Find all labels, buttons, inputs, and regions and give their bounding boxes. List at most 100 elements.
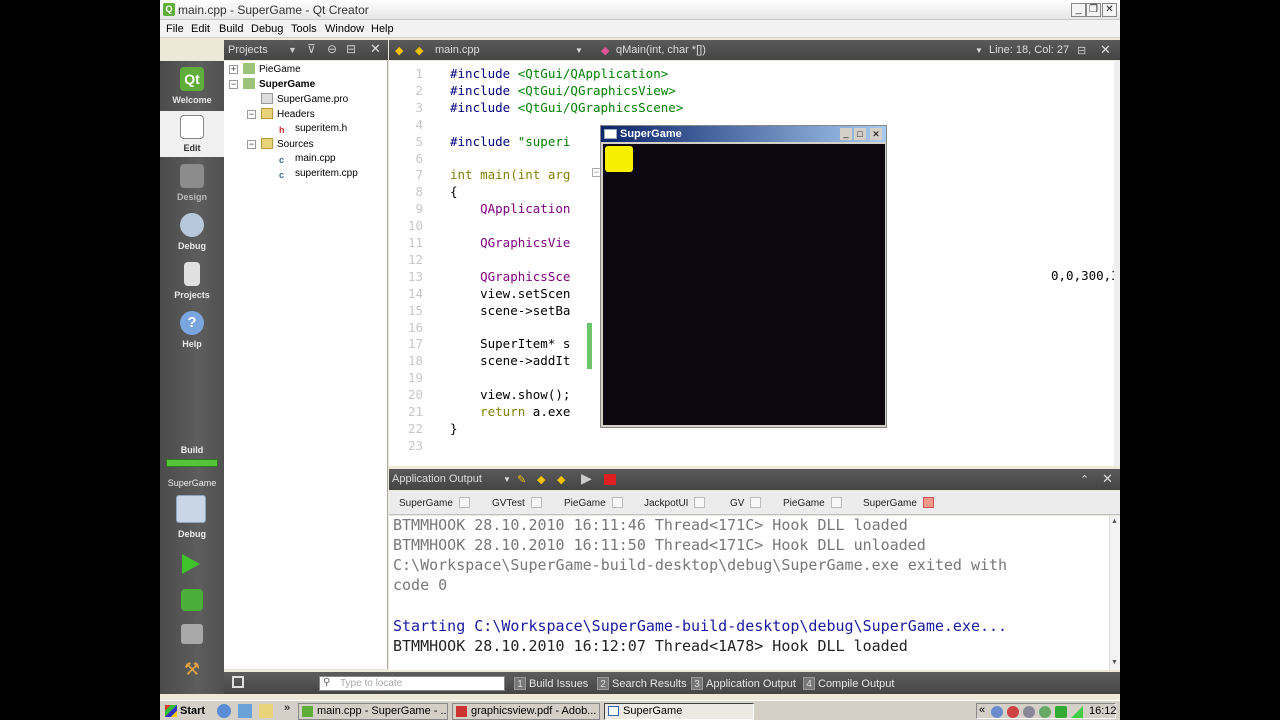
tray-app-icon[interactable] [1023, 706, 1035, 718]
output-tab[interactable]: JackpotUI [644, 497, 706, 509]
stop-icon[interactable] [604, 474, 616, 485]
pane-build-issues[interactable]: 1 Build Issues [514, 677, 588, 690]
ie-icon[interactable] [217, 704, 231, 718]
output-pane-title[interactable]: Application Output [392, 473, 482, 485]
tree-expander[interactable]: − [247, 140, 256, 149]
rerun-icon[interactable]: ✎ [517, 473, 526, 486]
tree-item-superitem-h[interactable]: h superitem.h [279, 123, 347, 138]
close-editor-icon[interactable]: ✕ [1100, 42, 1111, 58]
menu-tools[interactable]: Tools [291, 23, 317, 35]
maximize-pane-icon[interactable]: ⌃ [1080, 473, 1089, 486]
output-scrollbar[interactable]: ▲ ▼ [1109, 516, 1120, 670]
pane-application-output[interactable]: 3 Application Output [691, 677, 796, 690]
start-button[interactable]: Start [162, 703, 205, 719]
tray-app-icon[interactable] [1007, 706, 1019, 718]
tree-item-superitem-cpp[interactable]: c superitem.cpp [279, 168, 358, 183]
target-selector-icon[interactable] [176, 495, 206, 523]
menu-build[interactable]: Build [219, 23, 243, 35]
split-icon[interactable]: ⊟ [1077, 44, 1086, 57]
scroll-down-icon[interactable]: ▼ [1111, 659, 1118, 666]
task-pdf-reader[interactable]: graphicsview.pdf - Adob... [452, 703, 600, 720]
mode-projects[interactable]: Projects [160, 258, 224, 304]
chevron-down-icon[interactable]: ▼ [975, 46, 983, 55]
play-icon[interactable]: ▶ [581, 470, 592, 487]
tree-expander[interactable]: − [229, 80, 238, 89]
tree-item-sources[interactable]: Sources [261, 138, 314, 153]
run-icon[interactable] [182, 554, 200, 574]
restore-button[interactable]: ❐ [1086, 3, 1101, 17]
tray-expand-icon[interactable]: « [979, 704, 985, 716]
pane-compile-output[interactable]: 4 Compile Output [803, 677, 894, 690]
close-tab-icon[interactable] [830, 497, 842, 508]
editor-scrollbar[interactable] [1114, 61, 1120, 466]
close-pane-icon[interactable]: ✕ [370, 41, 381, 57]
close-tab-icon[interactable] [458, 497, 470, 508]
menu-file[interactable]: File [166, 23, 184, 35]
back-arrow-icon[interactable]: ◆ [395, 44, 403, 57]
explorer-icon[interactable] [259, 704, 273, 718]
super-item[interactable] [605, 146, 633, 172]
locator-input[interactable]: Type to locate [319, 676, 505, 691]
mode-welcome[interactable]: Qt Welcome [160, 63, 224, 109]
symbol-combo[interactable]: qMain(int, char *[]) [616, 44, 706, 56]
task-supergame[interactable]: SuperGame [604, 703, 754, 720]
desktop-icon[interactable] [238, 704, 252, 718]
tray-app-icon[interactable] [991, 706, 1003, 718]
minimize-button[interactable]: _ [1071, 3, 1086, 17]
mode-help[interactable]: ? Help [160, 307, 224, 353]
close-pane-icon[interactable]: ✕ [1102, 471, 1113, 487]
build-project-icon[interactable] [181, 624, 203, 644]
close-tab-icon[interactable] [694, 497, 706, 508]
output-tab[interactable]: PieGame [783, 497, 842, 509]
close-tab-icon[interactable] [530, 497, 542, 508]
signal-icon[interactable] [1071, 706, 1083, 718]
open-file-combo[interactable]: main.cpp [435, 44, 480, 56]
maximize-button[interactable]: □ [854, 128, 866, 140]
tree-item-piegame[interactable]: PieGame [243, 63, 301, 78]
close-tab-icon[interactable] [611, 497, 623, 508]
tree-item-pro-file[interactable]: SuperGame.pro [261, 93, 348, 108]
application-output[interactable]: BTMMHOOK 28.10.2010 16:11:46 Thread<171C… [389, 516, 1109, 670]
mode-design[interactable]: Design [160, 160, 224, 206]
scroll-up-icon[interactable]: ▲ [1111, 518, 1118, 525]
output-tab[interactable]: SuperGame [399, 497, 470, 509]
toggle-sidebar-icon[interactable] [232, 676, 244, 688]
output-tab[interactable]: GV [730, 497, 762, 509]
tree-item-main-cpp[interactable]: c main.cpp [279, 153, 336, 168]
previous-icon[interactable]: ◆ [537, 473, 545, 486]
graphics-view[interactable] [603, 144, 885, 425]
start-debugging-icon[interactable] [181, 589, 203, 611]
close-tab-icon[interactable] [922, 497, 934, 508]
tree-expander[interactable]: − [247, 110, 256, 119]
tray-app-icon[interactable] [1039, 706, 1051, 718]
output-tab-active[interactable]: SuperGame [863, 497, 934, 509]
link-icon[interactable]: ⊖ [327, 42, 337, 56]
filter-icon[interactable]: ⊽ [307, 42, 316, 56]
output-tab[interactable]: GVTest [492, 497, 542, 509]
build-all-hammer-icon[interactable]: ⚒ [181, 659, 203, 679]
projects-pane-title[interactable]: Projects [228, 44, 268, 56]
quicklaunch-overflow-icon[interactable]: » [284, 702, 290, 714]
forward-arrow-icon[interactable]: ◆ [415, 44, 423, 57]
menu-edit[interactable]: Edit [191, 23, 210, 35]
tree-item-supergame[interactable]: SuperGame [243, 78, 315, 93]
mode-debug[interactable]: Debug [160, 209, 224, 255]
chevron-down-icon[interactable]: ▼ [575, 46, 583, 55]
close-tab-icon[interactable] [750, 497, 762, 508]
pane-search-results[interactable]: 2 Search Results [597, 677, 687, 690]
menu-help[interactable]: Help [371, 23, 394, 35]
chevron-down-icon[interactable]: ▼ [503, 475, 511, 484]
next-icon[interactable]: ◆ [557, 473, 565, 486]
tree-item-headers[interactable]: Headers [261, 108, 315, 123]
supergame-title-bar[interactable]: SuperGame _ □ ✕ [601, 126, 886, 142]
output-tab[interactable]: PieGame [564, 497, 623, 509]
close-button[interactable]: ✕ [1102, 3, 1117, 17]
menu-debug[interactable]: Debug [251, 23, 283, 35]
tree-expander[interactable]: + [229, 65, 238, 74]
clock[interactable]: 16:12 [1089, 705, 1117, 717]
task-qt-creator[interactable]: main.cpp - SuperGame - ... [298, 703, 448, 720]
split-icon[interactable]: ⊟ [346, 42, 356, 56]
minimize-button[interactable]: _ [840, 128, 852, 140]
mode-edit[interactable]: Edit [160, 111, 224, 157]
chevron-down-icon[interactable]: ▼ [288, 45, 297, 55]
